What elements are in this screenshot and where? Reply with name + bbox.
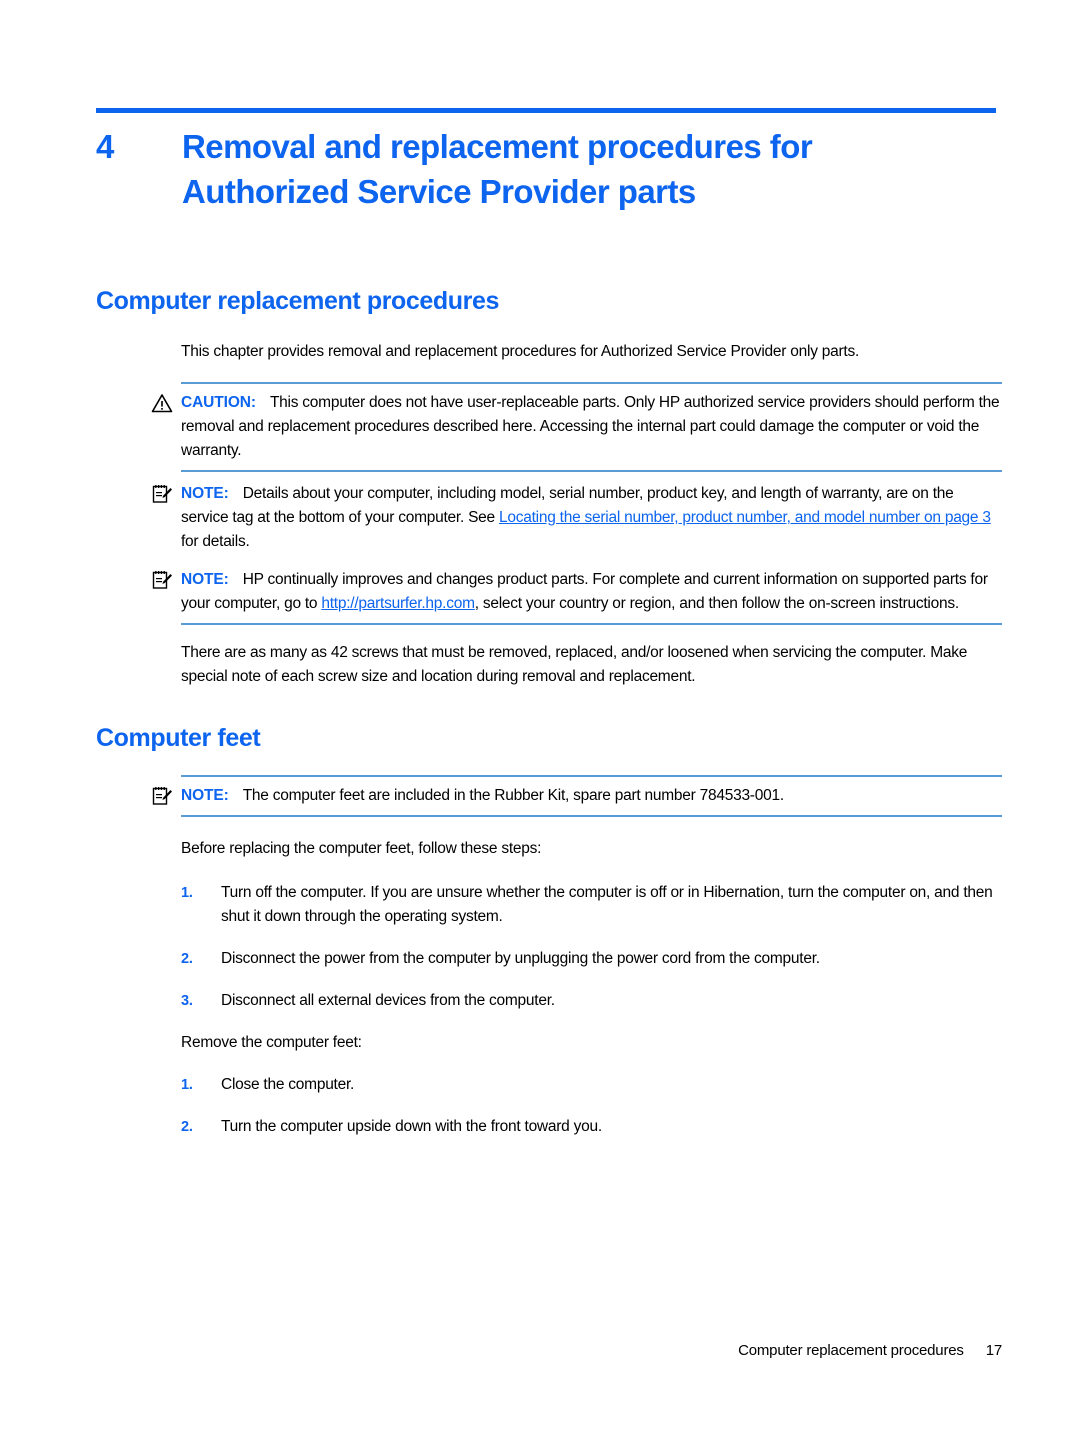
note-rubber-kit-block: NOTE: The computer feet are included in t… <box>96 775 1002 817</box>
caution-top-rule <box>181 382 1002 384</box>
note-partsurfer-block: NOTE: HP continually improves and changes… <box>96 568 1002 625</box>
step-text: Turn the computer upside down with the f… <box>221 1118 602 1135</box>
remove-feet-intro: Remove the computer feet: <box>181 1034 362 1051</box>
section-heading-computer-replacement-procedures: Computer replacement procedures <box>96 287 499 315</box>
before-replacing-steps: 1. Turn off the computer. If you are uns… <box>96 881 1002 1013</box>
caution-label: CAUTION: <box>181 394 256 411</box>
page-content: Computer replacement procedures This cha… <box>96 286 1002 1139</box>
step-text: Disconnect all external devices from the… <box>221 992 555 1009</box>
step-number: 1. <box>181 885 193 901</box>
step-number: 3. <box>181 993 193 1009</box>
intro-paragraph: This chapter provides removal and replac… <box>181 343 860 360</box>
chapter-number: 4 <box>96 128 115 165</box>
note-rubber-kit-label: NOTE: <box>181 787 229 804</box>
note-rubber-kit-body: NOTE: The computer feet are included in t… <box>152 784 1002 808</box>
note-rubber-kit-text: The computer feet are included in the Ru… <box>242 787 784 804</box>
external-link-partsurfer[interactable]: http://partsurfer.hp.com <box>321 595 475 612</box>
footer-page-number: 17 <box>985 1342 1003 1359</box>
list-item: 2. Disconnect the power from the compute… <box>96 947 1002 971</box>
step-number: 1. <box>181 1077 193 1093</box>
note-partsurfer-text-after: , select your country or region, and the… <box>474 595 959 612</box>
note-pad-icon <box>151 786 173 806</box>
list-item: 2. Turn the computer upside down with th… <box>96 1115 1002 1139</box>
list-item: 3. Disconnect all external devices from … <box>96 989 1002 1013</box>
warning-triangle-icon <box>151 393 173 413</box>
note-service-tag-label: NOTE: <box>181 485 229 502</box>
document-page: 4 Removal and replacement procedures for… <box>0 0 1080 1437</box>
page-footer: Computer replacement procedures 17 <box>0 1342 1002 1359</box>
note-pad-icon <box>151 484 173 504</box>
note-service-tag-text-after: for details. <box>181 533 250 550</box>
note-partsurfer-body: NOTE: HP continually improves and changes… <box>152 568 1002 616</box>
section-heading-computer-feet: Computer feet <box>96 724 261 752</box>
note-rubber-kit-bottom-rule <box>181 815 1002 817</box>
remove-feet-steps: 1. Close the computer. 2. Turn the compu… <box>96 1073 1002 1139</box>
note-pad-icon <box>151 570 173 590</box>
step-number: 2. <box>181 1119 193 1135</box>
cross-reference-link-serial-number[interactable]: Locating the serial number, product numb… <box>499 509 991 526</box>
note-service-tag-block: NOTE: Details about your computer, includ… <box>96 482 1002 554</box>
footer-section-title: Computer replacement procedures <box>738 1342 964 1359</box>
note-partsurfer-label: NOTE: <box>181 571 229 588</box>
caution-bottom-rule <box>181 470 1002 472</box>
caution-text: This computer does not have user-replace… <box>181 394 1000 459</box>
chapter-top-rule <box>96 108 996 113</box>
list-item: 1. Close the computer. <box>96 1073 1002 1097</box>
step-text: Disconnect the power from the computer b… <box>221 950 820 967</box>
step-number: 2. <box>181 951 193 967</box>
before-replacing-intro: Before replacing the computer feet, foll… <box>181 840 542 857</box>
step-text: Close the computer. <box>221 1076 355 1093</box>
chapter-heading: 4 Removal and replacement procedures for… <box>96 124 996 214</box>
step-text: Turn off the computer. If you are unsure… <box>221 884 993 925</box>
chapter-title: Removal and replacement procedures for A… <box>182 128 813 210</box>
note-rubber-kit-top-rule <box>181 775 1002 777</box>
caution-block: CAUTION: This computer does not have user… <box>96 382 1002 472</box>
caution-body: CAUTION: This computer does not have user… <box>151 391 1002 463</box>
list-item: 1. Turn off the computer. If you are uns… <box>96 881 1002 929</box>
note-partsurfer-bottom-rule <box>181 623 1002 625</box>
note-service-tag-body: NOTE: Details about your computer, includ… <box>152 482 1002 554</box>
screws-paragraph: There are as many as 42 screws that must… <box>181 644 968 685</box>
